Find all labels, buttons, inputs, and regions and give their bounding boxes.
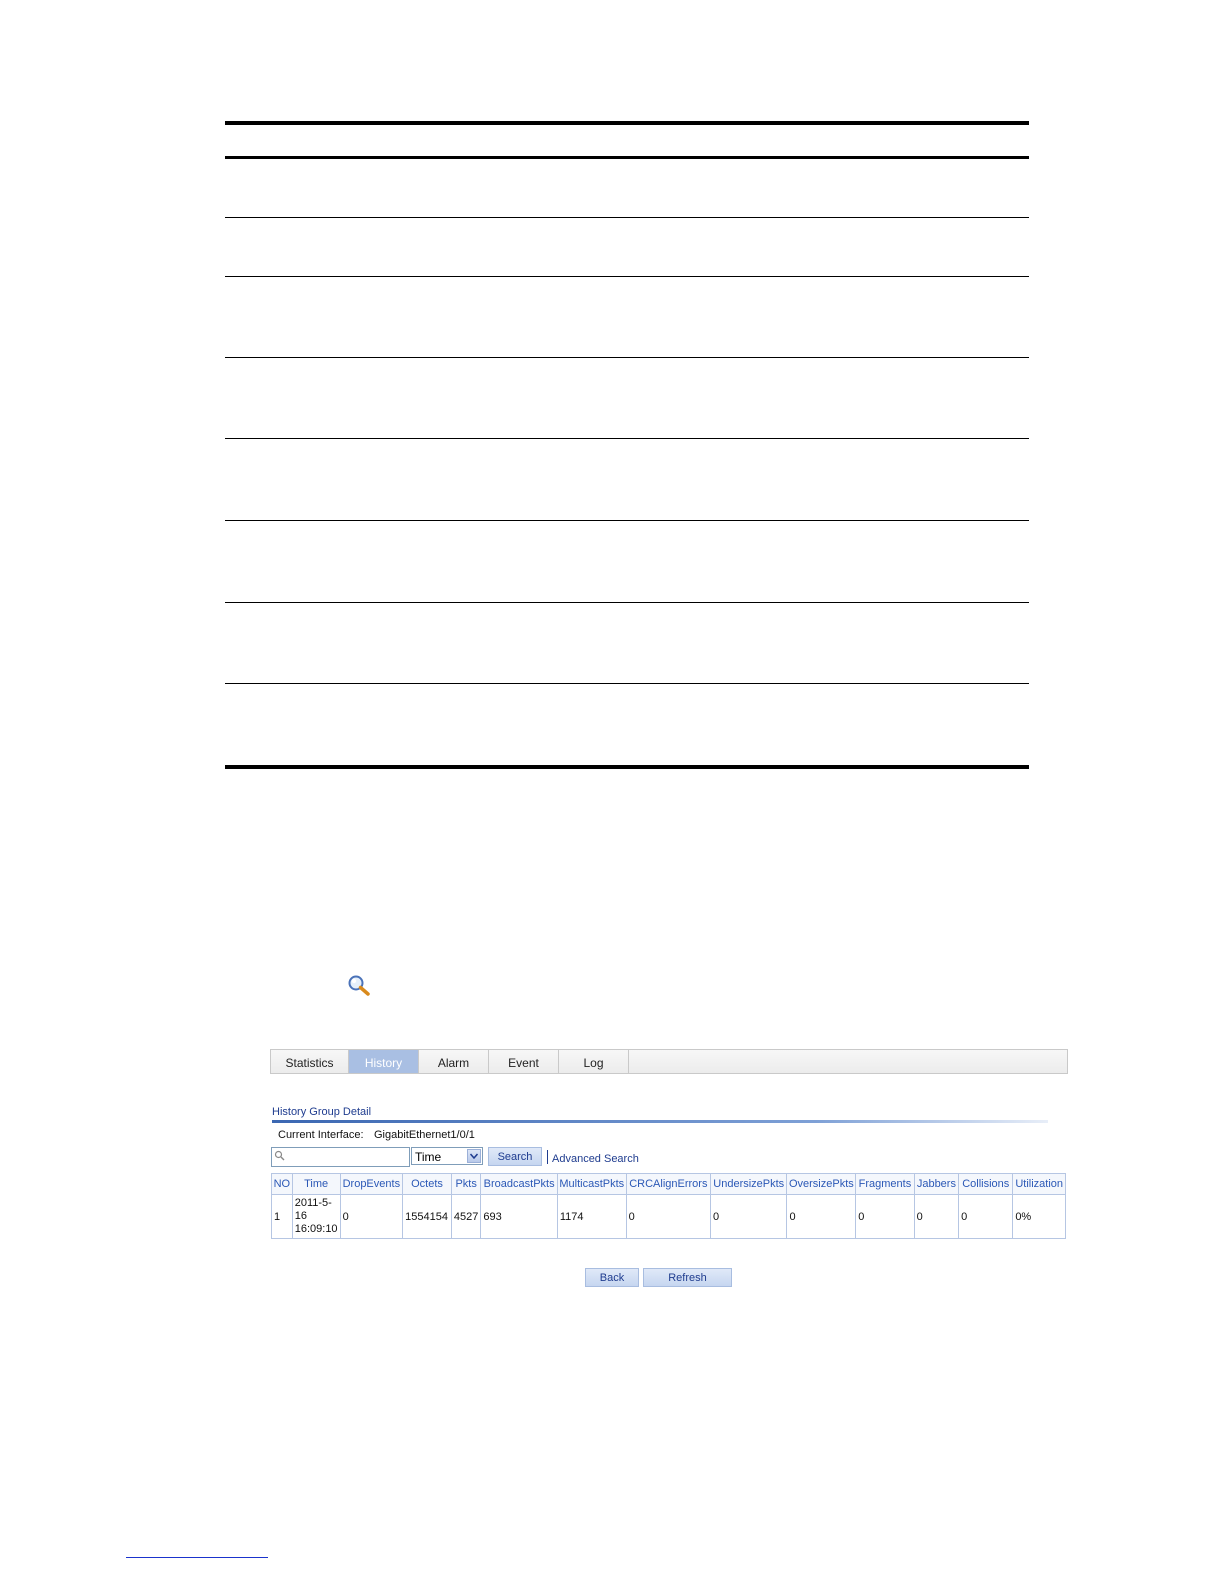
cell-undersize-pkts: 0 <box>709 1194 788 1239</box>
table-row: 1 2011-5- 16 16:09:10 0 1554154 4527 693… <box>271 1194 1066 1239</box>
search-button[interactable]: Search <box>488 1147 542 1166</box>
search-input[interactable] <box>286 1149 404 1163</box>
cell-utilization: 0% <box>1012 1194 1066 1239</box>
table-row-rule <box>225 438 1029 439</box>
section-title: History Group Detail <box>272 1106 372 1118</box>
cell-fragments: 0 <box>855 1194 915 1239</box>
tab-history[interactable]: History <box>349 1050 419 1073</box>
history-table: NO Time DropEvents Octets Pkts Broadcast… <box>271 1173 1066 1239</box>
column-header[interactable]: OversizePkts <box>786 1173 857 1195</box>
cell-oversize-pkts: 0 <box>786 1194 857 1239</box>
cell-crc-align-errors: 0 <box>625 1194 712 1239</box>
footer-link[interactable] <box>126 1557 268 1558</box>
cell-time: 2011-5- 16 16:09:10 <box>291 1194 341 1239</box>
table-row-rule <box>225 357 1029 358</box>
back-button[interactable]: Back <box>585 1268 639 1287</box>
separator <box>547 1150 548 1164</box>
search-icon <box>274 1150 286 1162</box>
column-header[interactable]: BroadcastPkts <box>480 1173 558 1195</box>
cell-broadcast-pkts: 693 <box>480 1194 558 1239</box>
column-header[interactable]: Octets <box>402 1173 452 1195</box>
column-header[interactable]: Jabbers <box>913 1173 960 1195</box>
table-row-rule <box>225 683 1029 684</box>
search-field[interactable] <box>271 1147 410 1167</box>
tab-alarm[interactable]: Alarm <box>419 1050 489 1073</box>
tab-log[interactable]: Log <box>559 1050 629 1073</box>
search-field-select[interactable]: Time <box>411 1147 483 1165</box>
column-header[interactable]: DropEvents <box>339 1173 404 1195</box>
tab-bar: Statistics History Alarm Event Log <box>270 1049 1068 1074</box>
refresh-button[interactable]: Refresh <box>643 1268 732 1287</box>
column-header[interactable]: Time <box>291 1173 341 1195</box>
table-row-rule <box>225 217 1029 218</box>
chevron-down-icon[interactable] <box>467 1149 481 1163</box>
column-header[interactable]: Fragments <box>855 1173 915 1195</box>
search-field-select-value: Time <box>415 1150 442 1164</box>
cell-multicast-pkts: 1174 <box>556 1194 627 1239</box>
cell-jabbers: 0 <box>913 1194 960 1239</box>
column-header[interactable]: NO <box>271 1173 293 1195</box>
current-interface-value: GigabitEthernet1/0/1 <box>374 1129 475 1141</box>
column-header[interactable]: Pkts <box>450 1173 482 1195</box>
table-top-rule <box>225 121 1029 125</box>
cell-octets: 1554154 <box>402 1194 452 1239</box>
cell-drop-events: 0 <box>339 1194 404 1239</box>
table-row-rule <box>225 276 1029 277</box>
magnifier-icon <box>347 975 373 997</box>
table-header-rule <box>225 156 1029 159</box>
rmon-history-panel: Statistics History Alarm Event Log Histo… <box>270 1049 1068 1289</box>
section-divider <box>272 1120 1048 1123</box>
tab-statistics[interactable]: Statistics <box>271 1050 349 1073</box>
table-bottom-rule <box>225 765 1029 769</box>
table-header-row: NO Time DropEvents Octets Pkts Broadcast… <box>271 1173 1066 1195</box>
tab-event[interactable]: Event <box>489 1050 559 1073</box>
column-header[interactable]: Collisions <box>958 1173 1014 1195</box>
column-header[interactable]: Utilization <box>1012 1173 1066 1195</box>
cell-collisions: 0 <box>958 1194 1014 1239</box>
document-table <box>225 121 1029 770</box>
table-row-rule <box>225 520 1029 521</box>
advanced-search-link[interactable]: Advanced Search <box>552 1153 639 1165</box>
cell-no: 1 <box>271 1194 293 1239</box>
column-header[interactable]: MulticastPkts <box>556 1173 627 1195</box>
table-row-rule <box>225 602 1029 603</box>
cell-pkts: 4527 <box>450 1194 482 1239</box>
column-header[interactable]: CRCAlignErrors <box>625 1173 712 1195</box>
column-header[interactable]: UndersizePkts <box>709 1173 788 1195</box>
current-interface-label: Current Interface: <box>278 1129 364 1141</box>
